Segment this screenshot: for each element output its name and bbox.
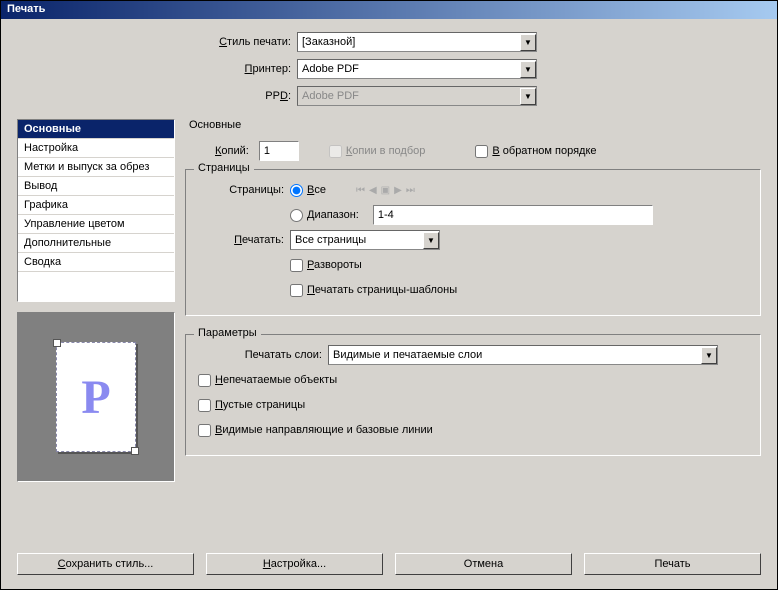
masters-label: Печатать страницы-шаблоны bbox=[307, 284, 457, 296]
pages-label: Страницы: bbox=[198, 184, 290, 196]
dialog-content: Стиль печати: [Заказной] ▼ Принтер: Adob… bbox=[1, 19, 777, 490]
blank-check[interactable] bbox=[198, 399, 211, 412]
copies-input[interactable]: 1 bbox=[259, 141, 299, 161]
style-select[interactable]: [Заказной] ▼ bbox=[297, 32, 537, 52]
radio-all[interactable] bbox=[290, 184, 303, 197]
pages-all-label: Все bbox=[307, 184, 326, 196]
ppd-select: Adobe PDF ▼ bbox=[297, 86, 537, 106]
radio-range[interactable] bbox=[290, 209, 303, 222]
print-pages-select[interactable]: Все страницы ▼ bbox=[290, 230, 440, 250]
masters-check[interactable] bbox=[290, 284, 303, 297]
reverse-check[interactable] bbox=[475, 145, 488, 158]
window-title: Печать bbox=[7, 3, 45, 15]
print-dialog: Печать Стиль печати: [Заказной] ▼ Принте… bbox=[0, 0, 778, 590]
preview-page: P bbox=[56, 342, 136, 452]
range-input[interactable]: 1-4 bbox=[373, 205, 653, 225]
layers-value: Видимые и печатаемые слои bbox=[329, 349, 701, 361]
nonprinting-checkbox[interactable]: Непечатаемые объекты bbox=[198, 374, 337, 387]
sidebar-item-marks[interactable]: Метки и выпуск за обрез bbox=[18, 158, 174, 177]
collate-check bbox=[329, 145, 342, 158]
sidebar-item-graphics[interactable]: Графика bbox=[18, 196, 174, 215]
masters-checkbox[interactable]: Печатать страницы-шаблоны bbox=[290, 284, 457, 297]
collate-checkbox: Копии в подбор bbox=[329, 145, 426, 158]
blank-label: Пустые страницы bbox=[215, 399, 305, 411]
sidebar: Основные Настройка Метки и выпуск за обр… bbox=[17, 119, 175, 482]
chevron-down-icon[interactable]: ▼ bbox=[423, 232, 439, 249]
print-pages-value: Все страницы bbox=[291, 234, 423, 246]
first-page-icon[interactable]: ⏮ bbox=[356, 185, 365, 196]
reverse-label: В обратном порядке bbox=[492, 145, 596, 157]
titlebar: Печать bbox=[1, 1, 777, 19]
chevron-down-icon[interactable]: ▼ bbox=[520, 34, 536, 51]
sidebar-list: Основные Настройка Метки и выпуск за обр… bbox=[17, 119, 175, 302]
params-legend: Параметры bbox=[194, 327, 261, 339]
print-label: Печатать: bbox=[198, 234, 290, 246]
printer-label: Принтер: bbox=[187, 63, 297, 75]
last-page-icon[interactable]: ⏭ bbox=[406, 185, 415, 196]
sidebar-item-color[interactable]: Управление цветом bbox=[18, 215, 174, 234]
guides-checkbox[interactable]: Видимые направляющие и базовые линии bbox=[198, 424, 433, 437]
pages-range-radio[interactable]: Диапазон: bbox=[290, 209, 359, 222]
chevron-down-icon[interactable]: ▼ bbox=[701, 347, 717, 364]
save-style-button[interactable]: Сохранить стиль... bbox=[17, 553, 194, 575]
print-button[interactable]: Печать bbox=[584, 553, 761, 575]
guides-check[interactable] bbox=[198, 424, 211, 437]
sidebar-item-general[interactable]: Основные bbox=[18, 120, 174, 139]
layers-label: Печатать слои: bbox=[198, 349, 328, 361]
page-icon: ▣ bbox=[381, 185, 390, 196]
printer-value: Adobe PDF bbox=[298, 63, 520, 75]
style-value: [Заказной] bbox=[298, 36, 520, 48]
sidebar-item-summary[interactable]: Сводка bbox=[18, 253, 174, 272]
sidebar-item-output[interactable]: Вывод bbox=[18, 177, 174, 196]
params-fieldset: Параметры Печатать слои: Видимые и печат… bbox=[185, 334, 761, 456]
pages-all-radio[interactable]: Все bbox=[290, 184, 326, 197]
section-title: Основные bbox=[185, 119, 761, 131]
cancel-button[interactable]: Отмена bbox=[395, 553, 572, 575]
style-label: Стиль печати: bbox=[187, 36, 297, 48]
pages-range-label: Диапазон: bbox=[307, 209, 359, 221]
sidebar-item-setup[interactable]: Настройка bbox=[18, 139, 174, 158]
top-form: Стиль печати: [Заказной] ▼ Принтер: Adob… bbox=[187, 31, 761, 107]
chevron-down-icon: ▼ bbox=[520, 88, 536, 105]
spreads-label: Развороты bbox=[307, 259, 362, 271]
page-preview: P bbox=[17, 312, 175, 482]
pages-fieldset: Страницы Страницы: Все ⏮ ◀ ▣ ▶ ⏭ bbox=[185, 169, 761, 316]
sidebar-item-advanced[interactable]: Дополнительные bbox=[18, 234, 174, 253]
layers-select[interactable]: Видимые и печатаемые слои ▼ bbox=[328, 345, 718, 365]
copies-label: Копий: bbox=[215, 145, 249, 157]
page-nav: ⏮ ◀ ▣ ▶ ⏭ bbox=[356, 185, 415, 196]
nonprinting-label: Непечатаемые объекты bbox=[215, 374, 337, 386]
ppd-value: Adobe PDF bbox=[298, 90, 520, 102]
reverse-checkbox[interactable]: В обратном порядке bbox=[475, 145, 596, 158]
nonprinting-check[interactable] bbox=[198, 374, 211, 387]
right-pane: Основные Копий: 1 Копии в подбор В обрат… bbox=[185, 119, 761, 482]
ppd-label: PPD: bbox=[187, 90, 297, 102]
spreads-check[interactable] bbox=[290, 259, 303, 272]
next-page-icon[interactable]: ▶ bbox=[394, 185, 402, 196]
setup-button[interactable]: Настройка... bbox=[206, 553, 383, 575]
blank-checkbox[interactable]: Пустые страницы bbox=[198, 399, 305, 412]
guides-label: Видимые направляющие и базовые линии bbox=[215, 424, 433, 436]
spreads-checkbox[interactable]: Развороты bbox=[290, 259, 362, 272]
button-row: Сохранить стиль... Настройка... Отмена П… bbox=[17, 553, 761, 575]
prev-page-icon[interactable]: ◀ bbox=[369, 185, 377, 196]
collate-label: Копии в подбор bbox=[346, 145, 426, 157]
pages-legend: Страницы bbox=[194, 162, 254, 174]
chevron-down-icon[interactable]: ▼ bbox=[520, 61, 536, 78]
preview-glyph: P bbox=[81, 370, 110, 425]
printer-select[interactable]: Adobe PDF ▼ bbox=[297, 59, 537, 79]
main-area: Основные Настройка Метки и выпуск за обр… bbox=[17, 119, 761, 482]
